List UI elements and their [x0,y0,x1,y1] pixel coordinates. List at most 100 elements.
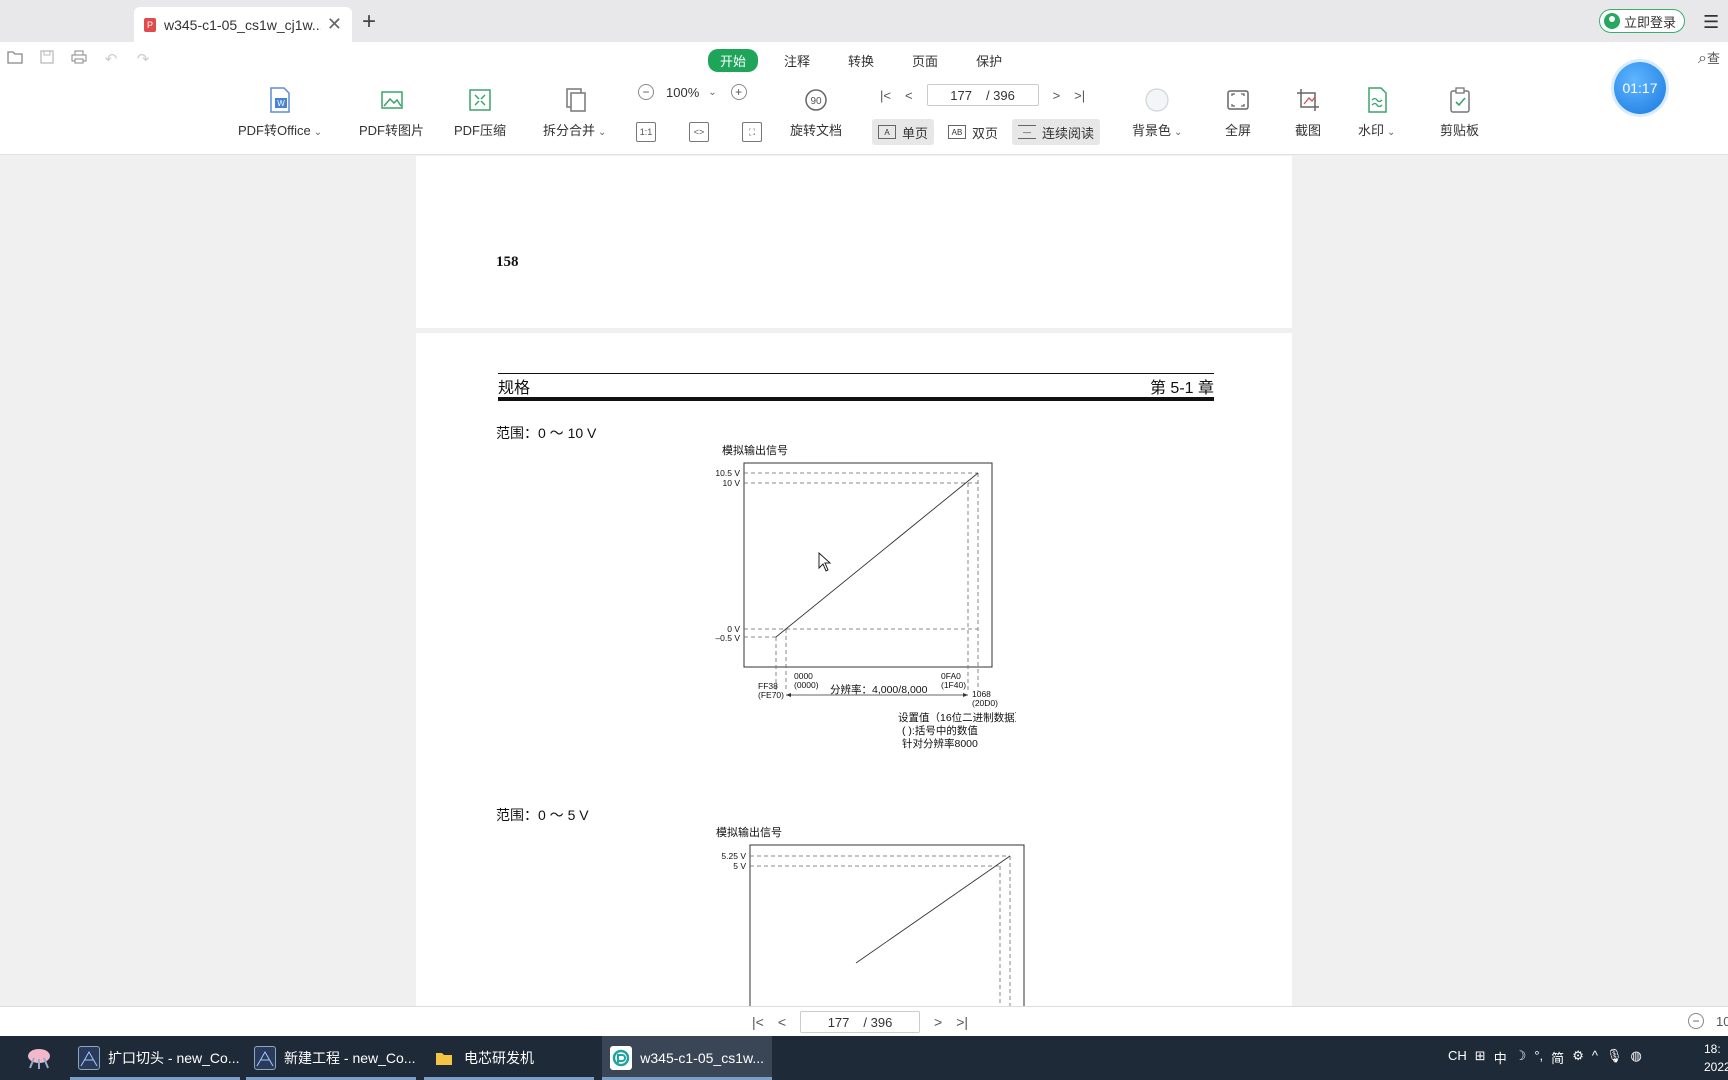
tab-start[interactable]: 开始 [708,49,759,72]
quick-access-bar: ↶ ↷ [6,50,152,68]
taskbar-item-label: 扩口切头 - new_Co... [108,1050,240,1066]
page-navigation: |< < 177 / 396 > >| [880,84,1085,106]
first-page-icon[interactable]: |< [880,88,891,103]
single-page-button[interactable]: A 单页 [872,119,935,145]
last-page-icon[interactable]: >| [1074,88,1085,103]
zoom-out-button[interactable]: − [1688,1013,1704,1029]
menu-tabs: 开始 注释 转换 页面 保护 [708,49,1028,72]
tab-annotate[interactable]: 注释 [772,49,822,72]
fit-icons: 1:1 <> ⛶ [636,122,762,142]
timer-badge[interactable]: 01:17 [1614,62,1666,114]
taskbar-item-app1[interactable]: 扩口切头 - new_Co... [70,1036,240,1080]
microphone-icon[interactable]: 🎙 [1606,1048,1623,1067]
double-page-button[interactable]: AB 双页 [942,119,1004,145]
network-globe-icon[interactable]: ◍ [1630,1048,1641,1067]
tab-convert[interactable]: 转换 [836,49,886,72]
taskbar-item-app2[interactable]: 新建工程 - new_Co... [246,1036,416,1080]
simplified-label[interactable]: 简 [1551,1048,1564,1067]
pdf-to-office-label: PDF转Office [238,123,311,138]
pdf-to-image-button[interactable]: PDF转图片 [359,86,424,139]
compress-icon [466,86,494,114]
clipboard-button[interactable]: 剪贴板 [1440,86,1479,139]
zoom-value[interactable]: 100% [666,85,699,100]
print-icon[interactable] [70,50,88,68]
last-page-icon[interactable]: >| [956,1014,968,1030]
document-tab[interactable]: P w345-c1-05_cs1w_cj1w... ✕ [134,7,352,42]
screenshot-button[interactable]: 截图 [1294,86,1322,139]
zoom-level[interactable]: 10 [1716,1014,1728,1029]
redo-icon[interactable]: ↷ [134,50,152,68]
open-folder-icon[interactable] [6,50,24,68]
next-page-icon[interactable]: > [1053,88,1061,103]
rotate-document-button[interactable]: 90 旋转文档 [790,86,842,139]
chart1-x-label: (20D0) [972,698,998,708]
actual-size-icon[interactable]: 1:1 [636,122,656,142]
taskbar-item-folder[interactable]: 电芯研发机 [424,1036,594,1080]
system-clock[interactable]: 18: 2022/ [1704,1040,1728,1076]
keyboard-icon[interactable]: ⊞ [1475,1048,1486,1067]
search-icon[interactable]: ⌕查 [1698,48,1720,68]
document-viewer[interactable]: 158 规格 第 5-1 章 范围：0 ～ 10 V 模拟输出信号 10.5 V… [0,156,1728,1006]
clipboard-label: 剪贴板 [1440,123,1480,138]
zoom-out-button[interactable]: − [638,84,654,100]
page-input[interactable]: 177 / 396 [926,84,1039,106]
ribbon-toolbar: ↶ ↷ 开始 注释 转换 页面 保护 ⌕查 01:17 W PDF转Office… [0,42,1728,155]
split-merge-button[interactable]: 拆分合并 ⌄ [543,86,606,139]
continuous-icon: — [1018,125,1037,139]
clock-date: 2022/ [1704,1060,1728,1074]
watermark-button[interactable]: 水印 ⌄ [1358,86,1395,139]
tab-title: w345-c1-05_cs1w_cj1w... [164,16,321,33]
first-page-icon[interactable]: |< [752,1014,764,1030]
taskbar-item-label: 新建工程 - new_Co... [284,1050,416,1066]
view-modes: A 单页 AB 双页 — 连续阅读 [872,119,1101,145]
continuous-reading-button[interactable]: — 连续阅读 [1012,119,1101,145]
fit-page-icon[interactable]: ⛶ [742,122,762,142]
new-tab-button[interactable]: + [362,8,376,36]
input-language-label[interactable]: CH [1448,1048,1467,1067]
zoom-dropdown-icon[interactable]: ⌄ [708,87,716,98]
bottom-page-input[interactable]: 177 / 396 [800,1011,920,1033]
pdf-to-office-button[interactable]: W PDF转Office ⌄ [238,86,322,139]
background-color-button[interactable]: 背景色 ⌄ [1132,86,1182,139]
previous-page-icon[interactable]: < [778,1014,786,1030]
continuous-reading-label: 连续阅读 [1042,125,1095,141]
moon-icon[interactable]: ☽ [1515,1048,1527,1067]
clock-time: 18: [1704,1042,1721,1056]
pdf-reader-icon [610,1046,633,1070]
taskbar-item-pdf[interactable]: w345-c1-05_cs1w... [602,1036,772,1080]
undo-icon[interactable]: ↶ [102,50,120,68]
login-button[interactable]: 立即登录 [1599,9,1686,33]
chart1-y-label: –0.5 V [715,633,740,643]
chart1-x-label: (0000) [794,680,819,690]
tab-protect[interactable]: 保护 [964,49,1014,72]
analog-output-chart-10v: 模拟输出信号 10.5 V 10 V 0 V –0.5 V FF38 (FE70… [715,443,1016,750]
zoom-in-button[interactable]: + [730,84,747,100]
fullscreen-label: 全屏 [1224,123,1251,138]
tab-page[interactable]: 页面 [900,49,950,72]
settings-gear-icon[interactable]: ⚙ [1572,1048,1584,1067]
chevron-up-icon[interactable]: ^ [1592,1048,1598,1067]
status-bar: |< < 177 / 396 > >| − 10 [0,1006,1728,1036]
watermark-icon [1363,86,1391,114]
clipboard-icon [1446,86,1474,114]
hamburger-menu-icon[interactable]: ☰ [1703,12,1719,33]
fit-width-icon[interactable]: <> [689,122,709,142]
chart2-y-label: 5.25 V [721,851,746,861]
previous-page-icon[interactable]: < [905,88,913,103]
chart2-title: 模拟输出信号 [716,825,782,839]
close-icon[interactable]: ✕ [327,14,342,35]
fullscreen-button[interactable]: 全屏 [1224,86,1252,139]
save-icon[interactable] [38,50,56,68]
windows-taskbar: 扩口切头 - new_Co... 新建工程 - new_Co... 电芯研发机 … [0,1036,1728,1080]
start-app-icon[interactable] [24,1044,54,1072]
pdf-compress-button[interactable]: PDF压缩 [454,86,506,139]
background-color-icon [1143,86,1171,114]
bottom-total-pages: / 396 [863,1014,893,1030]
split-merge-icon [561,86,589,114]
bottom-page-navigation: |< < 177 / 396 > >| [752,1011,968,1033]
double-page-icon: AB [948,125,967,139]
input-mode-label[interactable]: 中 [1494,1048,1507,1067]
next-page-icon[interactable]: > [934,1014,942,1030]
chart1-y-label: 10 V [723,478,741,488]
punctuation-icon[interactable]: °, [1534,1048,1543,1067]
